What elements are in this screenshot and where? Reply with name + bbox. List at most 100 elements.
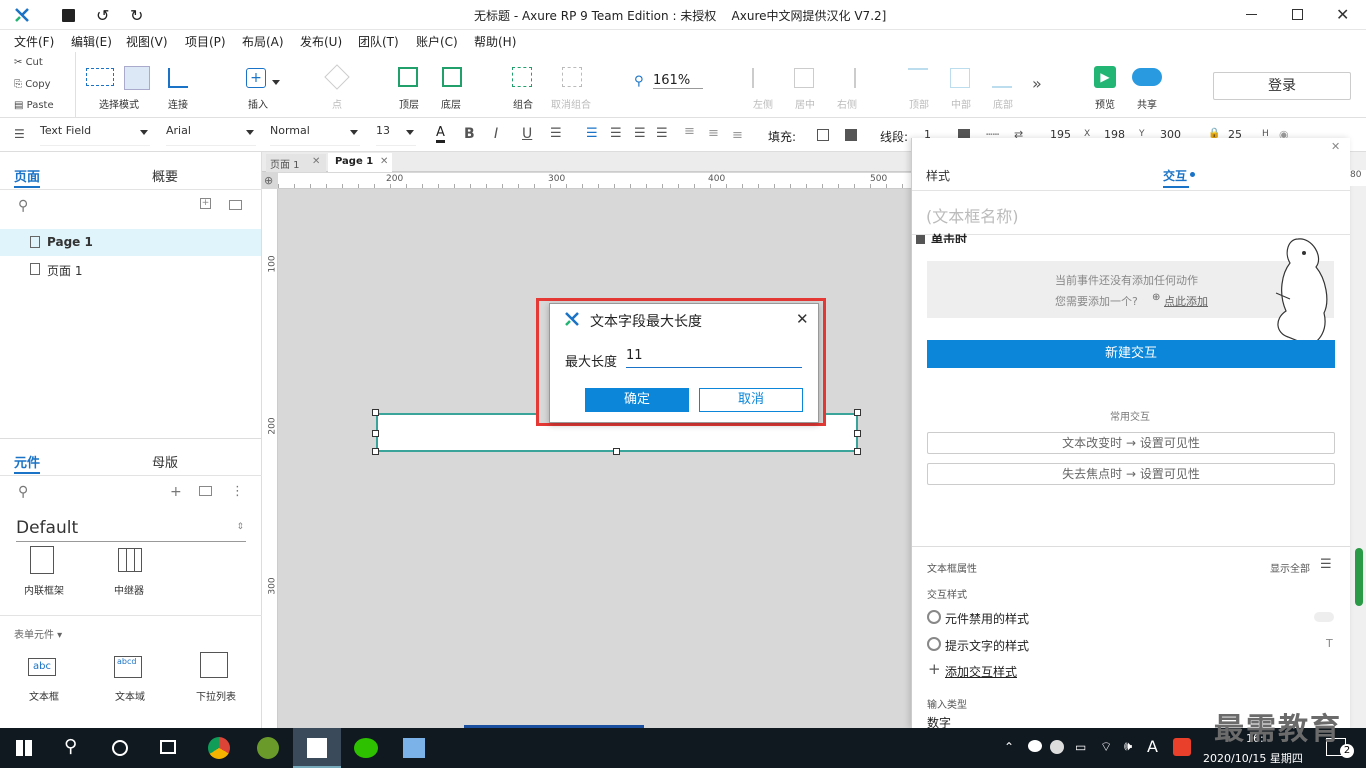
library-stack-icon[interactable] [199, 486, 212, 496]
hint-style-link[interactable]: 提示文字的样式 [945, 637, 1029, 654]
login-button[interactable]: 登录 [1213, 72, 1351, 100]
new-interaction-button[interactable]: 新建交互 [927, 340, 1335, 368]
menu-account[interactable]: 账户(C) [416, 33, 458, 50]
tray-app-icon[interactable] [1050, 740, 1064, 754]
tab-masters[interactable]: 母版 [152, 452, 178, 471]
wechat-icon[interactable] [354, 738, 378, 758]
align-text-right-icon[interactable]: ☰ [634, 126, 646, 141]
widget-repeater[interactable]: 中继器 [100, 546, 160, 597]
search-icon[interactable]: ⚲ [18, 484, 28, 500]
toggle-icon[interactable] [1314, 612, 1334, 622]
send-back-icon[interactable] [442, 67, 462, 87]
maximize-icon[interactable] [1292, 9, 1303, 20]
menu-lines-icon[interactable]: ☰ [1320, 557, 1332, 572]
volume-icon[interactable]: 🕪 [1124, 739, 1132, 754]
tab-style[interactable]: 样式 [926, 167, 950, 184]
menu-team[interactable]: 团队(T) [358, 33, 399, 50]
page-list-item-selected[interactable]: Page 1 [0, 229, 261, 256]
cancel-button[interactable]: 取消 [699, 388, 803, 412]
app-notepad-icon[interactable] [403, 738, 425, 758]
resize-handle[interactable] [372, 448, 379, 455]
more-chevron-icon[interactable]: » [1032, 74, 1042, 93]
font-weight-select[interactable]: Normal [270, 124, 360, 146]
shadow-icon[interactable] [845, 129, 857, 141]
quick-interaction-button[interactable]: 失去焦点时 → 设置可见性 [927, 463, 1335, 485]
zoom-level[interactable]: 161% [653, 73, 703, 89]
search-icon[interactable]: ⚲ [64, 736, 77, 757]
bold-icon[interactable]: B [464, 126, 475, 142]
align-text-left-icon[interactable]: ☰ [586, 126, 598, 141]
bring-front-icon[interactable] [398, 67, 418, 87]
disabled-style-link[interactable]: 元件禁用的样式 [945, 610, 1029, 627]
chrome-icon[interactable] [208, 737, 230, 759]
save-icon[interactable] [62, 9, 75, 22]
library-select[interactable]: Default ⇕ [16, 518, 246, 542]
tab-outline[interactable]: 概要 [152, 166, 178, 185]
menu-help[interactable]: 帮助(H) [474, 33, 516, 50]
close-icon[interactable]: ✕ [312, 156, 320, 167]
collapse-icon[interactable] [916, 235, 925, 244]
bullet-icon[interactable]: ☰ [550, 126, 562, 141]
plus-icon[interactable]: + [928, 660, 941, 678]
text-color-icon[interactable]: A [436, 125, 445, 143]
task-view-icon[interactable] [160, 740, 176, 754]
menu-project[interactable]: 项目(P) [185, 33, 226, 50]
select-intersect-icon[interactable] [86, 68, 114, 86]
add-style-link[interactable]: 添加交互样式 [945, 663, 1017, 680]
font-size-select[interactable]: 13 [376, 124, 416, 146]
tab-widgets[interactable]: 元件 [14, 452, 40, 471]
menu-view[interactable]: 视图(V) [126, 33, 168, 50]
windows-start-icon[interactable] [16, 740, 32, 756]
power-icon[interactable]: ▭ [1075, 740, 1086, 754]
wifi-icon[interactable]: ⌔ [1100, 739, 1112, 755]
panel-scrollbar[interactable] [1355, 548, 1363, 606]
cortana-icon[interactable] [112, 740, 128, 756]
share-cloud-icon[interactable] [1132, 68, 1162, 86]
close-icon[interactable]: ✕ [796, 310, 809, 328]
add-folder-icon[interactable] [229, 200, 242, 210]
chevron-down-icon[interactable] [272, 80, 280, 85]
fill-color-swatch[interactable] [817, 129, 829, 141]
insert-icon[interactable]: + [246, 68, 266, 88]
chevron-up-icon[interactable]: ⌃ [1004, 740, 1014, 754]
font-family-select[interactable]: Arial [166, 124, 256, 146]
add-page-icon[interactable]: + [200, 198, 211, 209]
menu-edit[interactable]: 编辑(E) [71, 33, 112, 50]
valign-top-icon[interactable]: ≡ [684, 124, 695, 139]
justify-icon[interactable]: ☰ [656, 126, 668, 141]
ime-indicator[interactable]: A [1147, 737, 1158, 756]
widget-text-field[interactable]: abc 文本框 [14, 656, 74, 706]
resize-handle[interactable] [372, 430, 379, 437]
clock-date[interactable]: 2020/10/15 星期四 [1203, 750, 1303, 766]
canvas-tab[interactable]: 页面 1 ✕ [266, 154, 326, 172]
add-library-icon[interactable]: + [170, 484, 182, 500]
minimize-icon[interactable] [1246, 14, 1257, 15]
align-text-center-icon[interactable]: ☰ [610, 126, 622, 141]
cut-button[interactable]: ✂ Cut [14, 57, 43, 68]
widget-style-select[interactable]: Text Field [40, 124, 150, 146]
widget-name-field[interactable]: (文本框名称) [926, 203, 1019, 227]
ruler-origin-icon[interactable]: ⊕ [264, 174, 273, 187]
menu-layout[interactable]: 布局(A) [242, 33, 284, 50]
menu-publish[interactable]: 发布(U) [300, 33, 342, 50]
menu-file[interactable]: 文件(F) [14, 33, 54, 50]
paste-button[interactable]: ▤ Paste [14, 100, 54, 111]
add-action-link[interactable]: 点此添加 [1164, 293, 1208, 309]
valign-bottom-icon[interactable]: ≡ [732, 128, 743, 143]
select-contain-icon[interactable] [124, 66, 150, 90]
widget-text-area[interactable]: abcd 文本域 [100, 656, 160, 706]
resize-handle[interactable] [854, 409, 861, 416]
more-vertical-icon[interactable]: ⋮ [231, 484, 244, 499]
tab-interactions[interactable]: 交互 [1163, 167, 1187, 184]
close-icon[interactable]: ✕ [380, 156, 388, 167]
wechat-tray-icon[interactable] [1028, 740, 1042, 752]
ok-button[interactable]: 确定 [585, 388, 689, 412]
quick-interaction-button[interactable]: 文本改变时 → 设置可见性 [927, 432, 1335, 454]
resize-handle[interactable] [372, 409, 379, 416]
group-icon[interactable] [512, 67, 532, 87]
valign-middle-icon[interactable]: ≡ [708, 126, 719, 141]
resize-handle[interactable] [854, 430, 861, 437]
underline-icon[interactable]: U [522, 126, 532, 142]
widget-dropdown[interactable]: 下拉列表 [186, 652, 256, 706]
max-length-input[interactable]: 11 [626, 348, 802, 368]
